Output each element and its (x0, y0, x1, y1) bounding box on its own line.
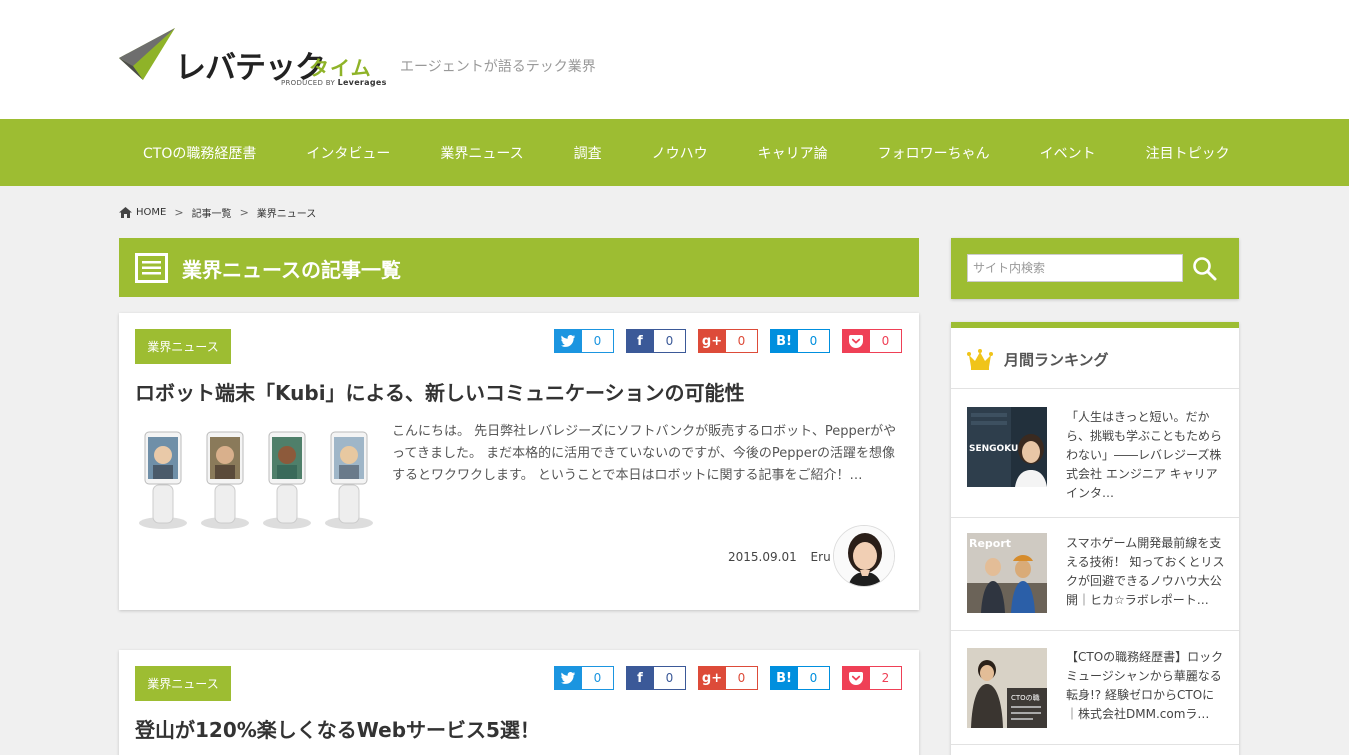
article-card[interactable]: 業界ニュース 0 f 0 g+ 0 B! 0 2 登山が120%楽しくなるWeb… (119, 650, 919, 755)
article-author[interactable]: Eru (811, 550, 831, 564)
article-title[interactable]: 登山が120%楽しくなるWebサービス5選！ (135, 714, 540, 743)
hatena-icon: B! (770, 666, 798, 690)
google-plus-count: 0 (726, 666, 758, 690)
twitter-count: 0 (582, 329, 614, 353)
share-buttons: 0 f 0 g+ 0 B! 0 0 (554, 329, 902, 353)
nav-item-news[interactable]: 業界ニュース (415, 143, 548, 163)
category-badge[interactable]: 業界ニュース (135, 666, 231, 701)
breadcrumb: HOME > 記事一覧 > 業界ニュース (119, 205, 316, 220)
hatena-icon: B! (770, 329, 798, 353)
nav-item-knowhow[interactable]: ノウハウ (627, 143, 733, 163)
article-excerpt: こんにちは。 先日弊社レバレジーズにソフトバンクが販売するロボット、Pepper… (392, 424, 897, 483)
ranking-item-title[interactable]: 「人生はきっと短い。だから、挑戦も学ぶこともためらわない」――レバレジーズ株式会… (1066, 408, 1226, 503)
global-nav: CTOの職務経歴書 インタビュー 業界ニュース 調査 ノウハウ キャリア論 フォ… (0, 119, 1349, 186)
author-avatar[interactable] (833, 525, 895, 587)
breadcrumb-current: 業界ニュース (256, 209, 317, 220)
pocket-button[interactable]: 2 (842, 666, 902, 690)
twitter-share-button[interactable]: 0 (554, 666, 614, 690)
ranking-thumb-label: Report (969, 537, 1011, 550)
twitter-count: 0 (582, 666, 614, 690)
ranking-widget: 月間ランキング SENGOKU 「人生はきっと短い。だから、挑戦も学ぶこともため… (951, 322, 1239, 755)
page-title: 業界ニュースの記事一覧 (182, 258, 401, 282)
search-icon[interactable] (1192, 256, 1218, 282)
list-icon (135, 253, 168, 283)
google-plus-icon: g+ (698, 666, 726, 690)
facebook-share-button[interactable]: f 0 (626, 666, 686, 690)
pocket-count: 2 (870, 666, 902, 690)
ranking-item-title[interactable]: スマホゲーム開発最前線を支える技術！ 知っておくとリスクが回避できるノウハウ大公… (1066, 534, 1226, 610)
crown-icon (967, 349, 993, 370)
breadcrumb-separator: > (174, 206, 184, 219)
breadcrumb-list[interactable]: 記事一覧 (192, 205, 232, 220)
article-title[interactable]: ロボット端末「Kubi」による、新しいコミュニケーションの可能性 (135, 377, 745, 406)
logo-produced: PRODUCED BY Leverages (281, 78, 387, 87)
ranking-thumbnail[interactable]: Report (967, 533, 1047, 613)
pocket-icon (842, 666, 870, 690)
google-plus-share-button[interactable]: g+ 0 (698, 666, 758, 690)
site-logo[interactable]: レバテック タイム PRODUCED BY Leverages (119, 28, 386, 90)
facebook-icon: f (626, 666, 654, 690)
article-meta: 2015.09.01 Eru (728, 550, 831, 564)
site-tagline: エージェントが語るテック業界 (400, 59, 596, 75)
ranking-item[interactable]: SENGOKU 「人生はきっと短い。だから、挑戦も学ぶこともためらわない」――レ… (951, 390, 1239, 518)
ranking-title: 月間ランキング (1004, 351, 1109, 369)
site-header: レバテック タイム PRODUCED BY Leverages エージェントが語… (0, 0, 1349, 119)
nav-item-event[interactable]: イベント (1015, 143, 1121, 163)
twitter-icon (554, 329, 582, 353)
ranking-thumb-label: SENGOKU (969, 444, 1018, 454)
twitter-icon (554, 666, 582, 690)
nav-item-career[interactable]: キャリア論 (733, 143, 853, 163)
twitter-share-button[interactable]: 0 (554, 329, 614, 353)
nav-item-research[interactable]: 調査 (549, 143, 627, 163)
share-buttons: 0 f 0 g+ 0 B! 0 2 (554, 666, 902, 690)
section-title: 業界ニュースの記事一覧 (119, 238, 919, 297)
ranking-thumbnail[interactable]: CTOの職 (967, 648, 1047, 728)
nav-item-follower[interactable]: フォロワーちゃん (853, 143, 1015, 163)
ranking-item[interactable]: Report スマホゲーム開発最前線を支える技術！ 知っておくとリスクが回避でき… (951, 518, 1239, 631)
breadcrumb-separator: > (239, 206, 249, 219)
logo-sub: タイム (309, 56, 372, 80)
hatena-count: 0 (798, 329, 830, 353)
ranking-item[interactable]: CTOの職 【CTOの職務経歴書】ロックミュージシャンから華麗なる転身!? 経験… (951, 631, 1239, 745)
pocket-count: 0 (870, 329, 902, 353)
search-widget (951, 238, 1239, 299)
google-plus-share-button[interactable]: g+ 0 (698, 329, 758, 353)
pocket-button[interactable]: 0 (842, 329, 902, 353)
article-card[interactable]: 業界ニュース 0 f 0 g+ 0 B! 0 0 ロボット端末「Kubi」による… (119, 313, 919, 610)
ranking-header: 月間ランキング (951, 328, 1239, 389)
logo-mark-icon (119, 28, 175, 80)
ranking-thumbnail[interactable]: SENGOKU (967, 407, 1047, 487)
category-badge[interactable]: 業界ニュース (135, 329, 231, 364)
article-date: 2015.09.01 (728, 550, 797, 564)
ranking-item-title[interactable]: 【CTOの職務経歴書】ロックミュージシャンから華麗なる転身!? 経験ゼロからCT… (1066, 648, 1226, 724)
facebook-count: 0 (654, 666, 686, 690)
breadcrumb-home[interactable]: HOME (136, 207, 166, 218)
pocket-icon (842, 329, 870, 353)
google-plus-icon: g+ (698, 329, 726, 353)
google-plus-count: 0 (726, 329, 758, 353)
home-icon (119, 207, 132, 218)
nav-item-topic[interactable]: 注目トピック (1121, 143, 1255, 163)
facebook-icon: f (626, 329, 654, 353)
hatena-bookmark-button[interactable]: B! 0 (770, 666, 830, 690)
ranking-thumb-label: CTOの職 (1011, 693, 1040, 702)
hatena-bookmark-button[interactable]: B! 0 (770, 329, 830, 353)
search-input[interactable] (967, 254, 1183, 282)
facebook-count: 0 (654, 329, 686, 353)
hatena-count: 0 (798, 666, 830, 690)
facebook-share-button[interactable]: f 0 (626, 329, 686, 353)
nav-item-cto[interactable]: CTOの職務経歴書 (119, 143, 281, 163)
article-thumbnail[interactable] (135, 427, 375, 531)
nav-item-interview[interactable]: インタビュー (281, 143, 415, 163)
